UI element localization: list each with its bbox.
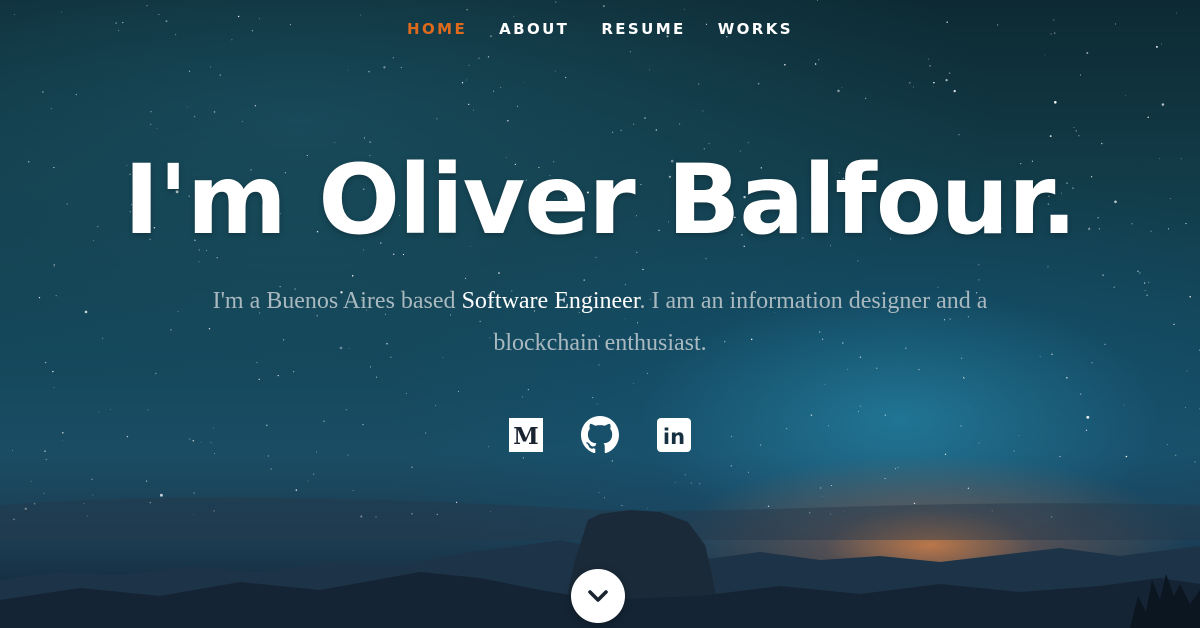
medium-link[interactable]: M [507, 416, 545, 454]
hero-tagline: I'm a Buenos Aires based Software Engine… [200, 280, 1000, 364]
tagline-text-start: I'm a Buenos Aires based [212, 288, 462, 314]
hero-headline: I'm Oliver Balfour. [123, 144, 1077, 256]
linkedin-link[interactable]: in [655, 416, 693, 454]
nav-resume-link[interactable]: RESUME [585, 18, 701, 40]
tagline-highlight: Software Engineer [461, 288, 640, 314]
chevron-down-icon [588, 590, 608, 602]
nav-home-link[interactable]: HOME [391, 18, 483, 40]
linkedin-icon: in [657, 418, 691, 452]
github-link[interactable] [581, 416, 619, 454]
scroll-down-button[interactable] [571, 569, 625, 623]
svg-text:in: in [663, 425, 685, 449]
svg-text:M: M [513, 423, 538, 450]
medium-icon: M [509, 418, 543, 452]
nav-works-link[interactable]: WORKS [702, 18, 809, 40]
top-nav: HOME ABOUT RESUME WORKS [0, 18, 1200, 40]
github-icon [581, 416, 619, 454]
social-links: M in [0, 416, 1200, 454]
nav-about-link[interactable]: ABOUT [483, 18, 585, 40]
hero-section: HOME ABOUT RESUME WORKS I'm Oliver Balfo… [0, 0, 1200, 628]
